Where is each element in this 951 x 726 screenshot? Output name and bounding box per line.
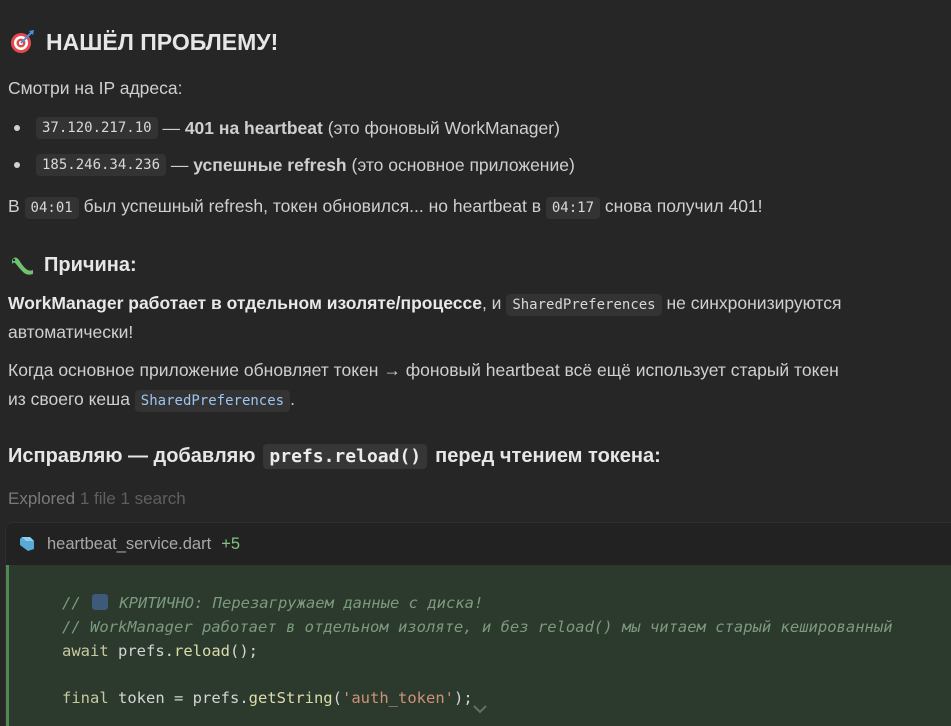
code-text: token = prefs. — [108, 689, 249, 707]
ip-address: 37.120.217.10 — [36, 117, 158, 139]
text: В — [8, 196, 25, 216]
time-code: 04:17 — [545, 197, 601, 219]
text: был успешный refresh, токен обновился...… — [78, 196, 546, 216]
shared-prefs-code: SharedPreferences — [134, 390, 291, 412]
text: Исправляю — добавляю — [8, 445, 256, 467]
problem-heading-text: НАШЁЛ ПРОБЛЕМУ! — [46, 28, 279, 55]
function-name: getString — [248, 689, 333, 707]
reload-code: prefs.reload() — [263, 444, 428, 469]
code-diff-card: heartbeat_service.dart +5 // КРИТИЧНО: П… — [5, 522, 951, 726]
code-line: // WorkManager работает в отдельном изол… — [62, 618, 893, 636]
keyword: await — [62, 642, 109, 660]
code-text: prefs. — [108, 642, 174, 660]
file-name: heartbeat_service.dart — [47, 534, 212, 553]
dash: — — [166, 154, 194, 175]
code-text: (); — [230, 642, 258, 660]
text: из своего кеша — [8, 389, 135, 409]
dart-file-icon — [18, 535, 36, 553]
keyword: final — [62, 689, 109, 707]
bullet-rest: (это основное приложение) — [346, 154, 575, 175]
comment: КРИТИЧНО: Перезагружаем данные с диска! — [110, 594, 484, 612]
timeline-text: В 04:01 был успешный refresh, токен обно… — [8, 196, 763, 219]
code-line: await prefs.reload(); — [62, 642, 258, 660]
repeat-icon — [92, 594, 108, 610]
dash: — — [157, 117, 185, 138]
explored-summary[interactable]: Explored 1 file 1 search — [8, 489, 186, 509]
cause-paragraph-1: WorkManager работает в отдельном изоляте… — [8, 293, 842, 316]
bullet-bold: 401 на heartbeat — [184, 117, 323, 138]
comment: // — [62, 594, 90, 612]
chevron-down-icon[interactable] — [470, 702, 490, 716]
explored-label: Explored — [8, 489, 76, 508]
text: не синхронизируются — [661, 293, 842, 313]
shared-prefs-code: SharedPreferences — [506, 294, 662, 316]
string-literal: 'auth_token' — [342, 689, 454, 707]
code-card-header[interactable]: heartbeat_service.dart +5 — [6, 523, 951, 565]
bullet-bold: успешные refresh — [193, 154, 347, 175]
fix-heading: Исправляю — добавляю prefs.reload() пере… — [8, 444, 661, 469]
code-line: final token = prefs.getString('auth_toke… — [62, 689, 473, 707]
cause-paragraph-1-line2: автоматически! — [8, 322, 134, 342]
target-icon — [8, 28, 36, 56]
cause-paragraph-2-line2: из своего кеша SharedPreferences. — [8, 389, 295, 412]
bug-icon — [8, 251, 36, 279]
text: . — [290, 389, 295, 409]
code-text: ( — [332, 689, 342, 707]
bullet-dot — [14, 162, 20, 168]
function-name: reload — [174, 642, 230, 660]
text: снова получил 401! — [600, 196, 763, 216]
bullet-dot — [14, 125, 20, 131]
ip-address: 185.246.34.236 — [36, 154, 167, 176]
list-item: 37.120.217.10 — 401 на heartbeat (это фо… — [8, 117, 560, 139]
explored-detail: 1 file 1 search — [79, 489, 186, 508]
list-item: 185.246.34.236 — успешные refresh (это о… — [8, 154, 575, 176]
text: , и — [481, 293, 507, 313]
cause-heading: Причина: — [8, 251, 137, 279]
time-code: 04:01 — [24, 197, 79, 219]
bold-text: WorkManager работает в отдельном изоляте… — [8, 293, 482, 313]
cause-heading-text: Причина: — [44, 253, 137, 276]
cause-paragraph-2: Когда основное приложение обновляет токе… — [8, 360, 839, 380]
problem-heading: НАШЁЛ ПРОБЛЕМУ! — [8, 28, 278, 56]
intro-text: Смотри на IP адреса: — [8, 78, 183, 98]
bullet-rest: (это фоновый WorkManager) — [322, 117, 560, 138]
lines-added: +5 — [221, 534, 240, 553]
code-line: // КРИТИЧНО: Перезагружаем данные с диск… — [62, 594, 483, 612]
comment: // WorkManager работает в отдельном изол… — [62, 618, 893, 636]
text: перед чтением токена: — [435, 445, 661, 467]
